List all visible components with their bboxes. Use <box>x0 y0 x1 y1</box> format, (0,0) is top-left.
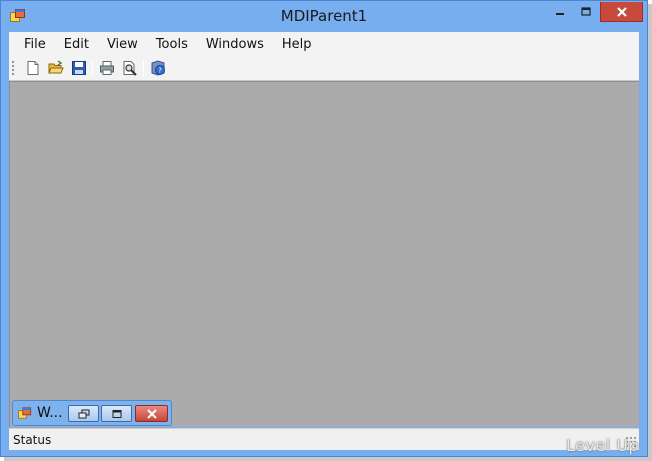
save-button[interactable] <box>67 57 90 79</box>
maximize-icon <box>581 7 591 16</box>
maximize-button[interactable] <box>573 2 599 22</box>
title-bar[interactable]: MDIParent1 <box>1 1 647 32</box>
close-button[interactable] <box>600 2 643 22</box>
toolbar-separator-2 <box>143 59 144 77</box>
menu-windows[interactable]: Windows <box>197 37 273 52</box>
close-icon <box>146 408 157 419</box>
toolbar-grip[interactable] <box>11 60 15 76</box>
help-button[interactable]: ? <box>146 57 169 79</box>
new-button[interactable] <box>21 57 44 79</box>
open-button[interactable] <box>44 57 67 79</box>
child-maximize-button[interactable] <box>101 405 132 422</box>
mdi-parent-window: MDIParent1 File Edit View Tools Windows … <box>0 0 648 457</box>
menu-edit[interactable]: Edit <box>55 37 98 52</box>
print-preview-icon <box>123 61 137 76</box>
menu-bar: File Edit View Tools Windows Help <box>9 32 639 56</box>
open-icon <box>47 60 64 74</box>
svg-text:?: ? <box>158 67 162 75</box>
minimize-button[interactable] <box>547 2 573 22</box>
print-icon <box>99 61 114 75</box>
menu-help[interactable]: Help <box>273 37 321 52</box>
watermark: Level Up <box>566 436 640 455</box>
print-button[interactable] <box>95 57 118 79</box>
toolbar-separator <box>92 59 93 77</box>
minimized-child-window[interactable]: W... <box>12 400 172 426</box>
close-icon <box>616 6 627 17</box>
child-restore-button[interactable] <box>68 405 99 422</box>
child-close-button[interactable] <box>135 405 168 422</box>
tool-strip: ? <box>9 56 639 81</box>
menu-file[interactable]: File <box>15 37 55 52</box>
menu-view[interactable]: View <box>98 37 147 52</box>
status-label: Status <box>13 432 52 447</box>
mdi-client-area[interactable]: W... <box>9 81 639 427</box>
minimize-icon <box>556 13 564 15</box>
new-icon <box>27 61 38 75</box>
status-strip: Status <box>9 428 639 450</box>
maximize-icon <box>112 409 121 418</box>
child-window-icon[interactable] <box>18 407 32 420</box>
menu-tools[interactable]: Tools <box>147 37 197 52</box>
save-icon <box>71 61 86 75</box>
print-preview-button[interactable] <box>118 57 141 79</box>
help-icon: ? <box>151 60 165 76</box>
child-window-title: W... <box>37 405 63 421</box>
restore-icon <box>78 409 89 418</box>
